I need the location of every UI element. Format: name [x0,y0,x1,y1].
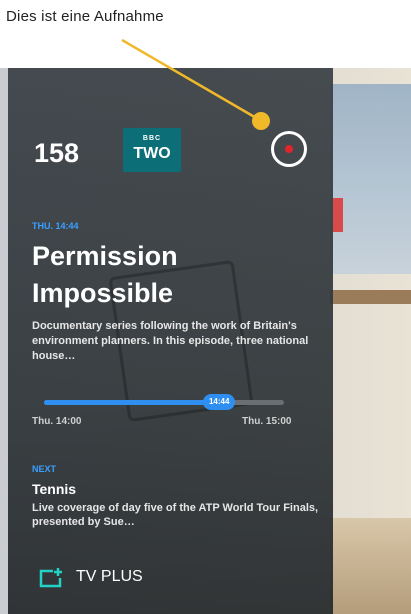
annotation-caption: Dies ist eine Aufnahme [6,8,164,25]
background-red-object [333,198,343,232]
tv-plus-icon [39,568,62,588]
channel-number: 158 [34,138,80,168]
channel-logo: BBC TWO [123,128,181,172]
tv-plus-label: TV PLUS [76,568,143,585]
channel-logo-top: BBC [142,135,162,142]
channel-logo-main: TWO [133,145,171,162]
current-time-tag: THU. 14:44 [32,221,79,231]
record-dot-icon [285,145,293,153]
record-button[interactable] [271,131,307,167]
channel-info-panel: 158 BBC TWO THU. 14:44 Permission Imposs… [8,68,333,614]
program-progress-bar: 14:44 [44,394,284,410]
next-program-title: Tennis [32,481,77,497]
background-table [330,518,411,614]
program-start-time: Thu. 14:00 [32,416,82,427]
program-description: Documentary series following the work of… [32,320,309,362]
program-end-time: Thu. 15:00 [242,416,292,427]
next-label: NEXT [32,464,57,474]
program-title: Permission Impossible [32,241,178,308]
next-program-description: Live coverage of day five of the ATP Wor… [32,502,319,528]
program-progress-current-time: 14:44 [203,394,236,410]
background-shelf [330,290,411,304]
background-window [330,84,411,274]
program-progress-fill [44,400,220,405]
